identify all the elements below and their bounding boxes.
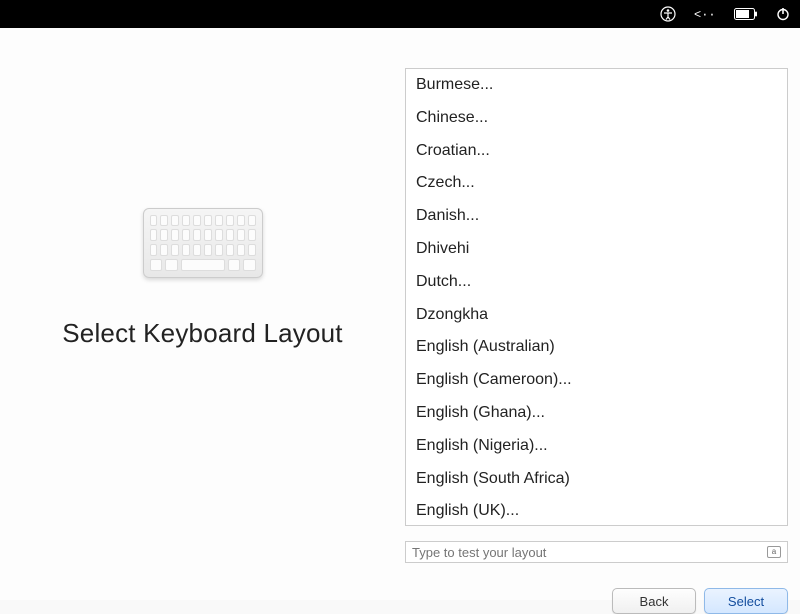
svg-text:<···>: <···>	[694, 8, 716, 21]
test-input-container: a	[405, 541, 788, 563]
layout-option[interactable]: English (Cameroon)...	[406, 364, 787, 397]
layout-option[interactable]: Dzongkha	[406, 299, 787, 332]
back-button[interactable]: Back	[612, 588, 696, 614]
layout-option[interactable]: Croatian...	[406, 135, 787, 168]
layout-option[interactable]: English (UK)...	[406, 495, 787, 526]
select-button[interactable]: Select	[704, 588, 788, 614]
layout-option[interactable]: Czech...	[406, 167, 787, 200]
network-icon[interactable]: <···>	[694, 7, 716, 21]
keyboard-indicator-icon: a	[767, 546, 781, 558]
power-icon[interactable]	[776, 7, 790, 21]
layout-option[interactable]: Chinese...	[406, 102, 787, 135]
left-panel: Select Keyboard Layout	[0, 28, 405, 528]
keyboard-layout-list[interactable]: Burmese...Chinese...Croatian...Czech...D…	[405, 68, 788, 526]
layout-option[interactable]: English (South Africa)	[406, 463, 787, 496]
page-title: Select Keyboard Layout	[62, 318, 342, 349]
layout-option[interactable]: Burmese...	[406, 69, 787, 102]
layout-option[interactable]: Danish...	[406, 200, 787, 233]
setup-assistant-pane: Select Keyboard Layout Burmese...Chinese…	[0, 28, 800, 600]
system-menubar: <···>	[0, 0, 800, 28]
layout-option[interactable]: Dhivehi	[406, 233, 787, 266]
keyboard-illustration-icon	[143, 208, 263, 278]
battery-icon[interactable]	[734, 8, 758, 20]
layout-option[interactable]: English (Nigeria)...	[406, 430, 787, 463]
layout-option[interactable]: Dutch...	[406, 266, 787, 299]
layout-option[interactable]: English (Ghana)...	[406, 397, 787, 430]
layout-option[interactable]: English (Australian)	[406, 331, 787, 364]
test-layout-input[interactable]	[412, 545, 767, 560]
accessibility-icon[interactable]	[660, 6, 676, 22]
